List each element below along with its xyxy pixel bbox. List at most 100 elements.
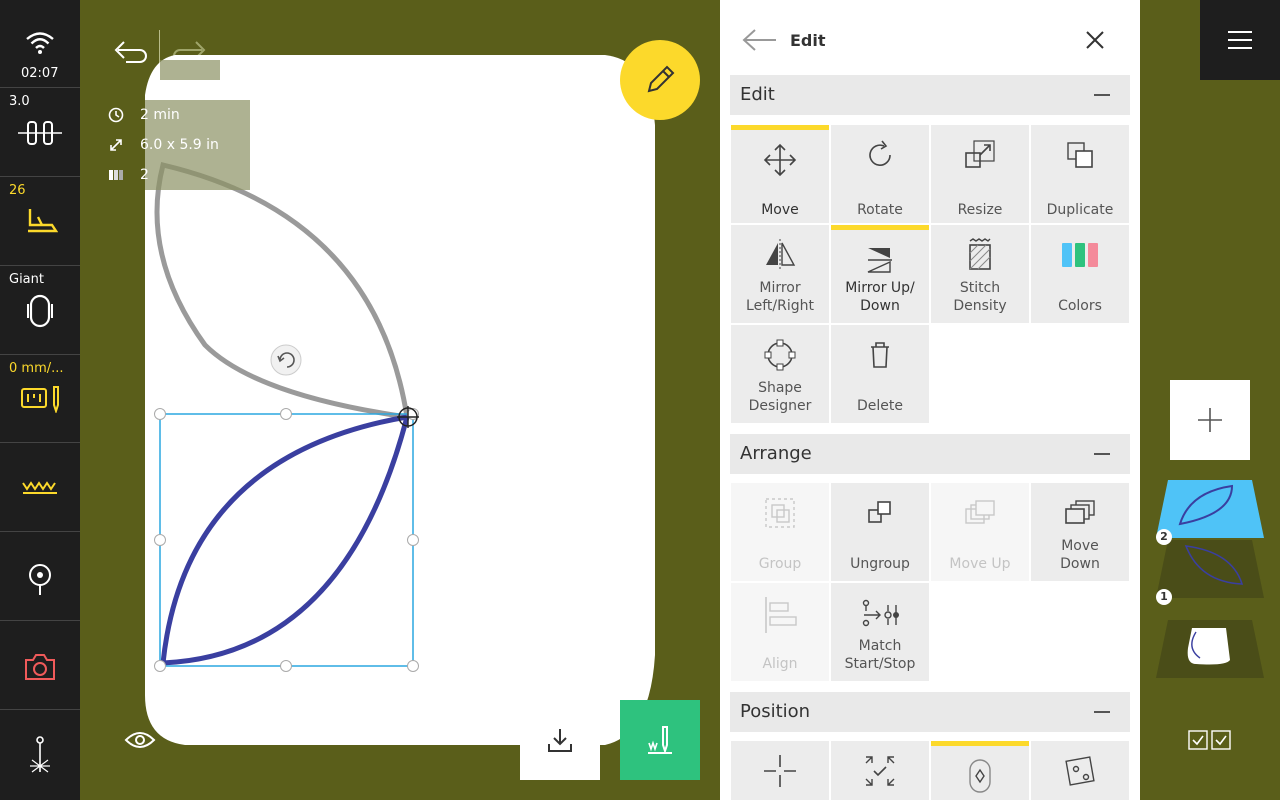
collapse-icon[interactable]: [1094, 94, 1110, 96]
back-arrow-icon[interactable]: [742, 28, 778, 52]
stitch-density-tile[interactable]: Stitch Density: [931, 225, 1029, 323]
resize-icon: [931, 137, 1029, 177]
position-virtual-tile[interactable]: [931, 741, 1029, 800]
mirror-up-down-label: Mirror Up/Down: [845, 280, 915, 314]
speed-label: 0 mm/...: [9, 361, 64, 376]
move-up-tile[interactable]: Move Up: [931, 483, 1029, 581]
info-time: 2 min: [140, 107, 180, 123]
match-start-stop-tile[interactable]: Match Start/Stop: [831, 583, 929, 681]
clock-time: 02:07: [21, 66, 59, 81]
hoop-status[interactable]: Giant: [0, 266, 80, 355]
hamburger-icon: [1228, 31, 1252, 49]
pencil-icon: [647, 65, 675, 93]
edit-panel: Edit Edit Move Rotate Resize Duplicate M…: [720, 0, 1140, 800]
delete-label: Delete: [857, 398, 903, 414]
multi-select-icon[interactable]: [1188, 730, 1232, 750]
zigzag-stitch-icon: [22, 481, 57, 494]
stitch-light-status[interactable]: [0, 710, 80, 800]
move-down-icon: [1031, 495, 1129, 535]
download-icon: [548, 729, 572, 752]
panel-header: Edit: [720, 0, 1140, 75]
colors-tile[interactable]: Colors: [1031, 225, 1129, 323]
delete-tile[interactable]: Delete: [831, 325, 929, 423]
plus-icon: [1198, 408, 1222, 432]
match-start-stop-icon: [831, 595, 929, 635]
move-up-label: Move Up: [949, 556, 1011, 572]
clock-icon: [108, 107, 124, 123]
position-design-tile[interactable]: [731, 741, 829, 800]
collapse-icon[interactable]: [1094, 711, 1110, 713]
panel-title: Edit: [790, 31, 826, 50]
move-down-tile[interactable]: Move Down: [1031, 483, 1129, 581]
edit-section-header[interactable]: Edit: [730, 75, 1130, 115]
group-label: Group: [758, 556, 802, 572]
layer-hoop-thumbnail[interactable]: [1156, 618, 1264, 680]
needle-position-status[interactable]: [0, 532, 80, 621]
layer-2-thumbnail[interactable]: [1156, 480, 1264, 540]
move-up-icon: [931, 495, 1029, 535]
speed-status[interactable]: 0 mm/...: [0, 355, 80, 443]
arrange-section-header[interactable]: Arrange: [730, 434, 1130, 474]
mirror-up-down-tile[interactable]: Mirror Up/Down: [831, 225, 929, 323]
presser-foot-icon: [28, 209, 58, 233]
camera-status[interactable]: [0, 621, 80, 710]
match-start-stop-label: Match Start/Stop: [844, 638, 916, 672]
check-corners-icon: [831, 753, 929, 793]
position-section-header[interactable]: Position: [730, 692, 1130, 732]
resize-tile[interactable]: Resize: [931, 125, 1029, 223]
position-check-tile[interactable]: [831, 741, 929, 800]
stitch-out-icon: [648, 726, 672, 755]
needle-position-icon: [29, 564, 51, 595]
wifi-icon: [26, 32, 54, 54]
save-button[interactable]: [520, 700, 600, 780]
sensor-foot-icon: [21, 386, 59, 413]
stitch-status[interactable]: [0, 443, 80, 532]
move-icon: [731, 142, 829, 182]
close-icon[interactable]: [1085, 30, 1105, 50]
layer-badge-1: 1: [1156, 589, 1172, 605]
position-placement-tile[interactable]: [1031, 741, 1129, 800]
embroider-button[interactable]: [620, 700, 700, 780]
hoop-icon: [27, 294, 53, 328]
twin-needle-icon: [18, 121, 62, 145]
needle-status[interactable]: 3.0: [0, 88, 80, 177]
design-info-tab: [160, 60, 220, 80]
arrange-section-title: Arrange: [740, 443, 812, 464]
selection-box[interactable]: [150, 340, 430, 680]
mirror-left-right-tile[interactable]: Mirror Left/Right: [731, 225, 829, 323]
colors-label: Colors: [1058, 298, 1102, 314]
group-tile[interactable]: Group: [731, 483, 829, 581]
ungroup-tile[interactable]: Ungroup: [831, 483, 929, 581]
colors-icon: [1031, 237, 1129, 277]
align-tile[interactable]: Align: [731, 583, 829, 681]
info-time-row: 2 min: [108, 107, 180, 127]
virtual-position-icon: [931, 758, 1029, 798]
duplicate-icon: [1031, 137, 1129, 177]
info-size: 6.0 x 5.9 in: [140, 137, 219, 153]
add-design-button[interactable]: [1170, 380, 1250, 460]
layer-sidebar: 2 1: [1140, 0, 1280, 800]
trash-icon: [831, 337, 929, 377]
placement-icon: [1031, 753, 1129, 793]
menu-button[interactable]: [1200, 0, 1280, 80]
layer-badge-2: 2: [1156, 529, 1172, 545]
undo-icon[interactable]: [112, 36, 148, 64]
rotate-label: Rotate: [857, 202, 903, 218]
layer-1-thumbnail[interactable]: [1156, 538, 1264, 600]
edit-fab-button[interactable]: [620, 40, 700, 120]
presser-foot-status[interactable]: 26: [0, 177, 80, 266]
shape-designer-tile[interactable]: Shape Designer: [731, 325, 829, 423]
crosshair-icon: [731, 753, 829, 793]
position-section-title: Position: [740, 701, 811, 722]
status-sidebar: 02:07 3.0 26 Giant 0 mm/...: [0, 0, 80, 800]
needle-label: 3.0: [9, 94, 30, 109]
duplicate-tile[interactable]: Duplicate: [1031, 125, 1129, 223]
move-down-label: Move Down: [1060, 538, 1100, 572]
eye-icon[interactable]: [124, 728, 156, 752]
info-colors-row: 2: [108, 167, 149, 187]
wifi-status[interactable]: 02:07: [0, 0, 80, 88]
info-colors: 2: [140, 167, 149, 183]
rotate-tile[interactable]: Rotate: [831, 125, 929, 223]
move-tile[interactable]: Move: [731, 125, 829, 223]
collapse-icon[interactable]: [1094, 453, 1110, 455]
